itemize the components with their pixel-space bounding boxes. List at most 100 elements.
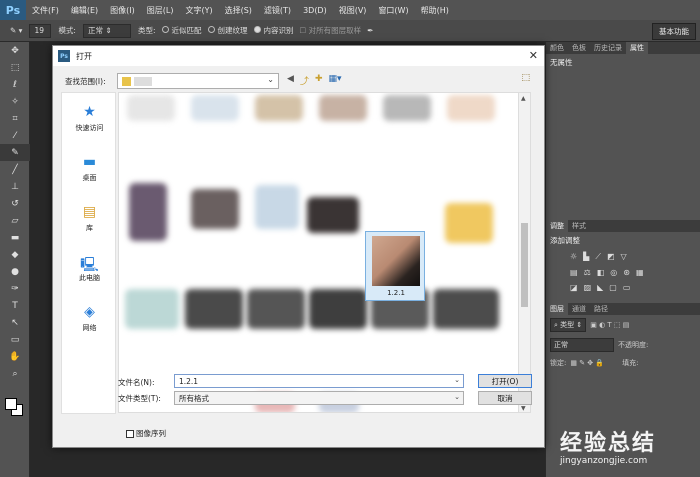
sample-all-checkbox[interactable]: ☐ 对所有图层取样 (300, 25, 362, 36)
move-tool-icon[interactable]: ✥ (0, 42, 30, 59)
brush-tool-icon[interactable]: ╱ (0, 161, 30, 178)
file-thumbnail[interactable] (191, 189, 239, 229)
menu-view[interactable]: 视图(V) (333, 5, 373, 16)
place-this-pc[interactable]: 🖳 此电脑 (62, 243, 117, 293)
cancel-button[interactable]: 取消 (478, 391, 532, 405)
tab-color[interactable]: 颜色 (546, 42, 568, 54)
blur-tool-icon[interactable]: ◆ (0, 246, 30, 263)
filetype-select[interactable]: 所有格式 ⌄ (174, 391, 464, 405)
vibrance-icon[interactable]: ▽ (621, 252, 627, 262)
color-swatches[interactable] (5, 398, 25, 418)
folder-action-icon[interactable]: ⬚ (521, 73, 530, 83)
photo-filter-icon[interactable]: ◎ (610, 268, 617, 277)
selected-file-item[interactable]: 1.2.1 (365, 231, 425, 301)
stamp-tool-icon[interactable]: ⊥ (0, 178, 30, 195)
balance-icon[interactable]: ⚖ (584, 268, 591, 277)
type-tool-icon[interactable]: T (0, 297, 30, 314)
file-thumbnail[interactable] (125, 289, 179, 329)
radio-texture[interactable]: 创建纹理 (207, 25, 248, 36)
invert-icon[interactable]: ◪ (570, 283, 578, 292)
pressure-icon[interactable]: ✒ (367, 26, 373, 35)
menu-select[interactable]: 选择(S) (219, 5, 258, 16)
gradient-tool-icon[interactable]: ▬ (0, 229, 30, 246)
file-thumbnail[interactable] (447, 95, 495, 121)
layer-kind-select[interactable]: ⌕ 类型 ⇕ (550, 318, 587, 332)
brightness-icon[interactable]: ☼ (570, 252, 577, 262)
place-network[interactable]: ◈ 网络 (62, 293, 117, 343)
eyedropper-icon[interactable]: ⁄ (0, 127, 30, 144)
file-thumbnail[interactable] (319, 95, 367, 121)
file-thumbnail[interactable] (383, 95, 431, 121)
place-libraries[interactable]: ▤ 库 (62, 193, 117, 243)
bw-icon[interactable]: ◧ (597, 268, 605, 277)
filter-icons[interactable]: ▣ ◐ T ⬚ ▤ (590, 321, 629, 329)
healing-tool-icon[interactable]: ✎ (0, 144, 30, 161)
new-folder-icon[interactable]: ✚ (315, 74, 323, 87)
menu-edit[interactable]: 编辑(E) (65, 5, 104, 16)
place-desktop[interactable]: ▬ 桌面 (62, 143, 117, 193)
tab-properties[interactable]: 属性 (626, 42, 648, 54)
magic-wand-icon[interactable]: ✧ (0, 93, 30, 110)
lasso-tool-icon[interactable]: ℓ (0, 76, 30, 93)
mixer-icon[interactable]: ⊛ (623, 268, 630, 277)
tab-styles[interactable]: 样式 (568, 220, 590, 232)
lookup-icon[interactable]: ▦ (636, 268, 644, 277)
crop-tool-icon[interactable]: ⌗ (0, 110, 30, 127)
file-thumbnail[interactable] (255, 185, 299, 229)
file-thumbnail[interactable] (247, 289, 305, 329)
file-thumbnail[interactable] (433, 289, 499, 329)
menu-help[interactable]: 帮助(H) (415, 5, 455, 16)
curves-icon[interactable]: ⟋ (595, 252, 601, 262)
pen-tool-icon[interactable]: ✑ (0, 280, 30, 297)
menu-filter[interactable]: 滤镜(T) (258, 5, 297, 16)
brush-size-picker[interactable]: 19 (29, 23, 52, 38)
open-button[interactable]: 打开(O) (478, 374, 532, 388)
file-list-scrollbar[interactable]: ▲ ▼ (518, 93, 530, 412)
tab-history[interactable]: 历史记录 (590, 42, 626, 54)
filename-input[interactable]: 1.2.1 ⌄ (174, 374, 464, 388)
menu-type[interactable]: 文字(Y) (179, 5, 218, 16)
workspace-button[interactable]: 基本功能 (652, 23, 696, 40)
tab-layers[interactable]: 图层 (546, 303, 568, 315)
zoom-tool-icon[interactable]: ⌕ (0, 365, 30, 382)
foreground-color-swatch[interactable] (5, 398, 17, 410)
menu-image[interactable]: 图像(I) (104, 5, 141, 16)
radio-content-aware[interactable]: 内容识别 (253, 25, 294, 36)
marquee-tool-icon[interactable]: ⬚ (0, 59, 30, 76)
menu-3d[interactable]: 3D(D) (297, 6, 333, 15)
file-thumbnail[interactable] (307, 197, 359, 233)
mode-select[interactable]: 正常 ⇕ (82, 23, 131, 38)
file-list[interactable]: 1.2.1 ▲ ▼ (118, 92, 531, 413)
file-thumbnail[interactable] (185, 289, 243, 329)
file-thumbnail[interactable] (445, 203, 493, 243)
file-thumbnail[interactable] (127, 95, 175, 121)
hand-tool-icon[interactable]: ✋ (0, 348, 30, 365)
file-thumbnail[interactable] (255, 95, 303, 121)
menu-file[interactable]: 文件(F) (26, 5, 65, 16)
up-folder-icon[interactable]: ⤴ (300, 74, 309, 87)
selective-color-icon[interactable]: ▢ (609, 283, 617, 292)
close-icon[interactable]: ✕ (529, 49, 538, 62)
blend-mode-select[interactable]: 正常 (550, 338, 614, 352)
lock-icons[interactable]: ▦ ✎ ✥ 🔒 (570, 359, 604, 367)
levels-icon[interactable]: ▙ (583, 252, 589, 262)
back-icon[interactable]: ◀ (287, 74, 294, 87)
menu-window[interactable]: 窗口(W) (372, 5, 414, 16)
tab-adjustments[interactable]: 调整 (546, 220, 568, 232)
scrollbar-thumb[interactable] (521, 223, 528, 307)
hue-icon[interactable]: ▤ (570, 268, 578, 277)
dodge-tool-icon[interactable]: ● (0, 263, 30, 280)
scroll-down-icon[interactable]: ▼ (521, 405, 526, 412)
file-thumbnail[interactable] (129, 183, 167, 241)
threshold-icon[interactable]: ◣ (597, 283, 603, 292)
path-select-icon[interactable]: ↖ (0, 314, 30, 331)
menu-layer[interactable]: 图层(L) (141, 5, 180, 16)
view-menu-icon[interactable]: ▦▾ (328, 74, 341, 87)
posterize-icon[interactable]: ▨ (584, 283, 592, 292)
chevron-down-icon[interactable]: ⌄ (454, 376, 460, 384)
eraser-tool-icon[interactable]: ▱ (0, 212, 30, 229)
shape-tool-icon[interactable]: ▭ (0, 331, 30, 348)
exposure-icon[interactable]: ◩ (607, 252, 615, 262)
gradient-map-icon[interactable]: ▭ (623, 283, 631, 292)
place-quick-access[interactable]: ★ 快速访问 (62, 93, 117, 143)
